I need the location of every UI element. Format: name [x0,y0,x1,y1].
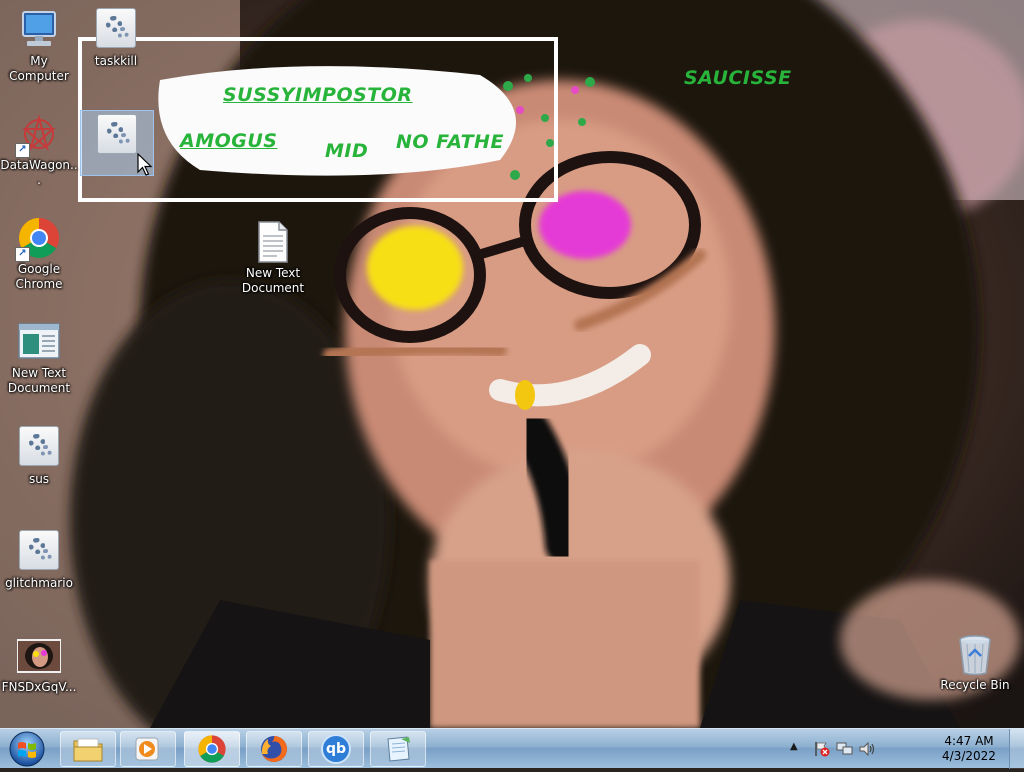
notepad-window-icon [17,320,61,364]
clock[interactable]: 4:47 AM 4/3/2022 [934,734,1004,764]
icon-label: New Text Document [7,366,71,395]
wallpaper-text-saucisse: SAUCISSE [684,67,792,89]
desktop-icon-recycle-bin[interactable]: Recycle Bin [936,624,1014,693]
gear-app-icon [94,8,138,52]
folder-icon [73,738,103,762]
clock-date: 4/3/2022 [942,749,996,763]
taskbar-chrome-button[interactable] [184,731,240,767]
desktop-icon-taskkill[interactable]: taskkill [77,0,155,69]
taskbar-qbittorrent-button[interactable]: qb [308,731,364,767]
show-hidden-icons-chevron-icon[interactable]: ▲ [790,741,798,752]
clock-time: 4:47 AM [944,734,994,748]
desktop[interactable]: SUSSYIMPOSTOR AMOGUS MID NO FATHE SAUCIS… [0,0,1024,728]
mouse-cursor-icon [137,153,153,176]
show-desktop-button[interactable] [1009,729,1024,769]
icon-label: Google Chrome [15,262,63,291]
desktop-icon-new-text-document-2[interactable]: New Text Document [0,312,78,396]
chrome-icon [198,735,226,763]
taskbar-media-player-button[interactable] [120,731,176,767]
wallpaper-text-no-fathe: NO FATHE [396,131,504,153]
action-center-flag-icon[interactable] [814,741,830,757]
desktop-icon-datawagon[interactable]: ↗ DataWagon... [0,104,78,188]
chrome-icon: ↗ [15,216,61,262]
icon-label: taskkill [94,54,138,68]
desktop-icon-my-computer[interactable]: My Computer [0,0,78,84]
media-player-icon [135,737,159,761]
gear-app-icon [17,426,61,470]
wallpaper-text-amogus: AMOGUS [180,130,278,152]
desktop-icon-google-chrome[interactable]: ↗ Google Chrome [0,208,78,292]
volume-icon[interactable] [858,741,876,757]
desktop-icon-sus[interactable]: sus [0,418,78,487]
gear-app-icon [95,114,139,158]
notepad-icon [387,736,410,762]
computer-icon [17,8,61,52]
text-document-icon [251,220,295,264]
image-thumbnail-icon [16,634,62,678]
qbittorrent-icon: qb [321,734,351,764]
icon-label: DataWagon... [0,158,78,187]
recycle-bin-icon [953,632,997,676]
datawagon-icon: ↗ [15,112,61,158]
desktop-icon-new-text-document[interactable]: New Text Document [234,212,312,296]
taskbar-explorer-button[interactable] [60,731,116,767]
desktop-icon-fnsdxgqv[interactable]: FNSDxGqV... [0,626,78,695]
icon-label: New Text Document [241,266,305,295]
icon-label: Recycle Bin [940,678,1010,692]
wallpaper-text-mid: MID [325,140,369,162]
desktop-icon-glitchmario[interactable]: glitchmario [0,522,78,591]
desktop-icon-selected[interactable] [78,106,156,160]
taskbar-notepad-button[interactable] [370,731,426,767]
taskbar-firefox-button[interactable] [246,731,302,767]
icon-label: FNSDxGqV... [1,680,77,694]
wallpaper-text-sussyimpostor: SUSSYIMPOSTOR [223,84,413,106]
firefox-icon [261,736,287,762]
icon-label: glitchmario [5,576,73,590]
taskbar: qb ▲ 4:47 AM 4/3/2022 [0,728,1024,769]
windows-orb-icon [9,731,45,767]
network-icon[interactable] [836,741,854,757]
icon-label: My Computer [9,54,69,83]
gear-app-icon [17,530,61,574]
start-button[interactable] [3,730,51,768]
icon-label: sus [28,472,50,486]
